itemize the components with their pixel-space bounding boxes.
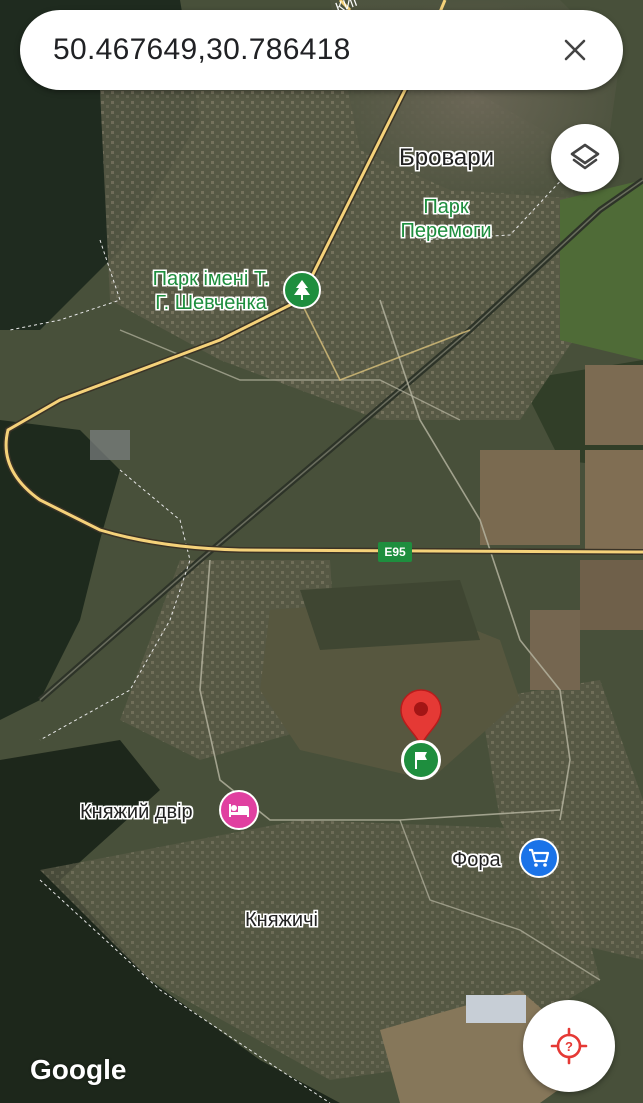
place-label-knyazhychi: Княжичі [245,909,318,931]
park-label-peremogy-line1: Парк [423,196,469,218]
park-label-shevchenka-line1: Парк імені Т. [152,268,270,290]
layers-icon [570,143,600,170]
my-location-icon: ? [550,1027,588,1065]
poi-label-knyazhyi-dvir: Княжий двір [80,801,193,823]
search-input[interactable]: 50.467649,30.786418 [53,33,555,67]
satellite-map[interactable]: КИЇ [0,0,643,1103]
park-label-peremogy: Парк Перемоги [390,195,502,243]
park-poi-marker[interactable] [283,271,321,309]
city-label-brovary: Бровари [399,144,495,171]
park-label-shevchenka-line2: Г. Шевченка [155,292,267,314]
shopping-cart-icon [529,848,550,867]
tree-icon [294,280,310,300]
road-shield-e95: E95 [378,542,412,562]
park-label-shevchenka: Парк імені Т. Г. Шевченка [138,267,284,315]
hotel-poi-marker[interactable] [219,790,259,830]
poi-label-fora: Фора [452,849,501,871]
search-bar[interactable]: 50.467649,30.786418 [20,10,623,90]
google-logo: Google [30,1054,127,1085]
dropped-flag-marker[interactable] [401,740,441,780]
shop-poi-marker[interactable] [519,838,559,878]
bed-icon [229,804,249,817]
svg-text:?: ? [565,1039,573,1054]
my-location-button[interactable]: ? [523,1000,615,1092]
close-icon [564,39,586,61]
layers-button[interactable] [551,124,619,192]
park-label-peremogy-line2: Перемоги [400,220,492,242]
flag-icon [415,752,427,769]
close-button[interactable] [555,30,595,70]
